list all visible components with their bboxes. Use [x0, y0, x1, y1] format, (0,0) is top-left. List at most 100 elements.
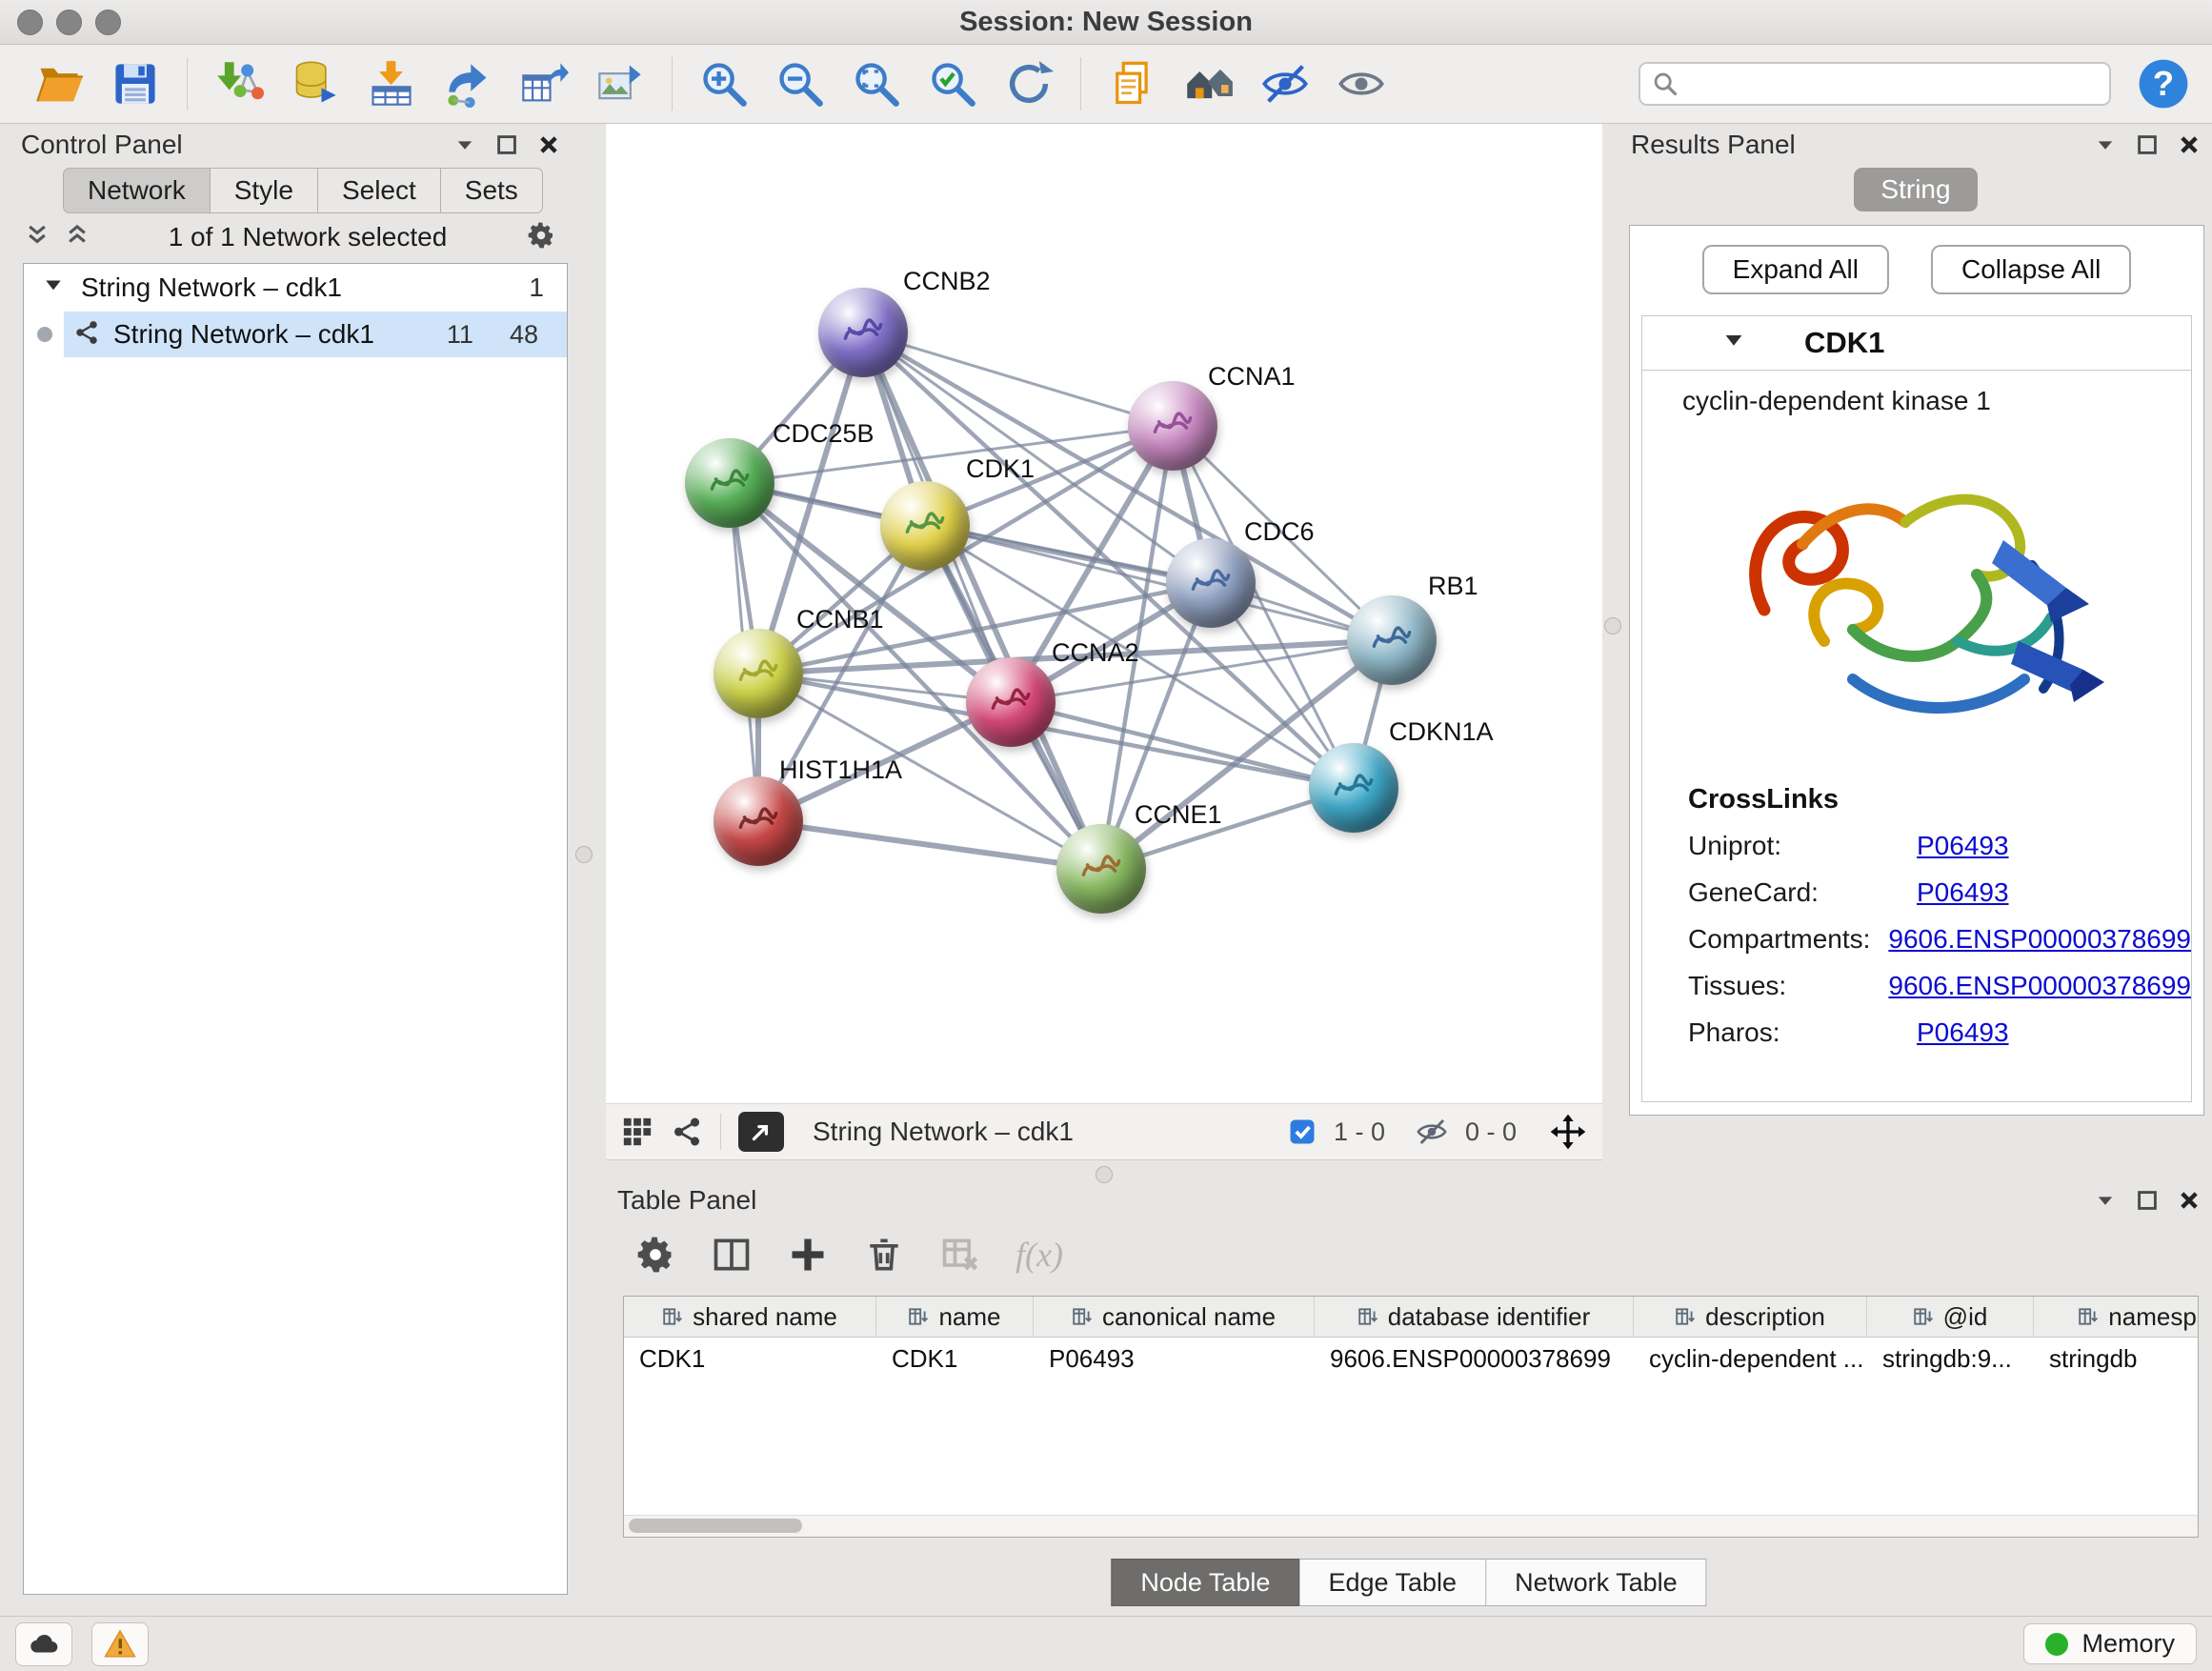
copy-document-icon[interactable] — [1101, 52, 1164, 115]
export-image-icon[interactable] — [589, 52, 652, 115]
column-header-name[interactable]: name — [876, 1297, 1034, 1337]
network-current-dot — [37, 327, 52, 342]
node-CDK1[interactable] — [880, 481, 970, 571]
panel-collapse-icon[interactable] — [2094, 1189, 2117, 1212]
node-table-header: shared name name canonical name database… — [624, 1297, 2199, 1338]
add-column-icon[interactable] — [787, 1234, 829, 1276]
panel-close-icon[interactable] — [2178, 1189, 2201, 1212]
tab-select[interactable]: Select — [318, 168, 441, 213]
edge-CCNB2-CCNA1[interactable] — [863, 332, 1173, 426]
network-overview-icon[interactable] — [671, 1116, 703, 1148]
panel-collapse-icon[interactable] — [2094, 133, 2117, 156]
crosslink-row-pharos: Pharos: P06493 — [1688, 1017, 2191, 1048]
column-header-shared-name[interactable]: shared name — [624, 1297, 876, 1337]
node-CCNE1[interactable] — [1056, 824, 1146, 914]
crosslink-link[interactable]: P06493 — [1917, 877, 2009, 908]
window-minimize-button[interactable] — [56, 10, 82, 35]
tab-edge-table[interactable]: Edge Table — [1299, 1559, 1486, 1606]
panel-float-icon[interactable] — [495, 133, 518, 156]
expand-all-button[interactable]: Expand All — [1702, 245, 1889, 294]
hide-unhide-icon[interactable] — [1254, 52, 1317, 115]
collapse-all-button[interactable]: Collapse All — [1931, 245, 2131, 294]
detach-view-icon[interactable] — [738, 1112, 784, 1152]
pan-crosshair-icon[interactable] — [1549, 1113, 1587, 1151]
crosslink-link[interactable]: P06493 — [1917, 1017, 2009, 1048]
memory-status-dot — [2045, 1633, 2068, 1656]
tab-string[interactable]: String — [1854, 168, 1977, 211]
network-collection-row[interactable]: String Network – cdk1 1 — [24, 264, 567, 312]
column-header-namespace[interactable]: namespace — [2034, 1297, 2199, 1337]
save-session-icon[interactable] — [104, 52, 167, 115]
tree-expander-icon[interactable] — [43, 275, 64, 301]
table-row[interactable]: CDK1 CDK1 P06493 9606.ENSP00000378699 cy… — [624, 1338, 2199, 1379]
node-CCNA2[interactable] — [966, 657, 1056, 747]
tab-node-table[interactable]: Node Table — [1111, 1559, 1299, 1606]
hidden-eye-icon[interactable] — [1416, 1116, 1448, 1148]
delete-column-icon[interactable] — [863, 1234, 905, 1276]
crosslink-link[interactable]: 9606.ENSP00000378699 — [1888, 971, 2191, 1001]
open-session-icon[interactable] — [28, 52, 90, 115]
tab-style[interactable]: Style — [211, 168, 318, 213]
delete-table-icon[interactable] — [939, 1234, 981, 1276]
zoom-in-icon[interactable] — [693, 52, 755, 115]
import-table-icon[interactable] — [360, 52, 423, 115]
column-header-id[interactable]: @id — [1867, 1297, 2034, 1337]
crosslink-link[interactable]: 9606.ENSP00000378699 — [1888, 924, 2191, 955]
import-network-database-icon[interactable] — [284, 52, 347, 115]
edge-CCNB2-CCNE1[interactable] — [863, 332, 1101, 869]
window-close-button[interactable] — [17, 10, 43, 35]
export-network-icon[interactable] — [436, 52, 499, 115]
refresh-layout-icon[interactable] — [997, 52, 1060, 115]
collapse-all-networks-icon[interactable] — [65, 223, 90, 252]
panel-collapse-icon[interactable] — [453, 133, 476, 156]
cloud-status-button[interactable] — [15, 1622, 72, 1666]
home-networks-icon[interactable] — [1177, 52, 1240, 115]
crosslink-link[interactable]: P06493 — [1917, 831, 2009, 861]
node-CDC6[interactable] — [1166, 538, 1256, 628]
network-canvas[interactable]: CCNB2CCNA1CDC25BCDK1CDC6RB1CCNB1CCNA2CDK… — [606, 124, 1602, 1103]
selected-checkbox-icon[interactable] — [1288, 1117, 1317, 1146]
birds-eye-view-icon[interactable] — [621, 1116, 654, 1148]
tab-network[interactable]: Network — [63, 168, 211, 213]
node-RB1[interactable] — [1347, 595, 1437, 685]
zoom-out-icon[interactable] — [769, 52, 832, 115]
results-panel: Results Panel String Expand All Collapse… — [1619, 124, 2212, 1172]
node-HIST1H1A[interactable] — [714, 776, 803, 866]
node-CDKN1A[interactable] — [1309, 743, 1398, 833]
protein-collapse-icon[interactable] — [1722, 330, 1745, 357]
panel-close-icon[interactable] — [537, 133, 560, 156]
node-CCNB2[interactable] — [818, 288, 908, 377]
memory-button[interactable]: Memory — [2023, 1623, 2197, 1664]
show-columns-icon[interactable] — [711, 1234, 753, 1276]
help-icon[interactable]: ? — [2136, 56, 2191, 111]
right-splitter-handle[interactable] — [1604, 617, 1621, 634]
function-builder-icon[interactable]: f(x) — [1016, 1235, 1063, 1275]
tab-network-table[interactable]: Network Table — [1486, 1559, 1707, 1606]
search-input[interactable] — [1688, 69, 2098, 100]
network-options-gear-icon[interactable] — [526, 220, 556, 255]
tab-sets[interactable]: Sets — [441, 168, 543, 213]
warning-status-button[interactable] — [91, 1622, 149, 1666]
column-header-description[interactable]: description — [1634, 1297, 1867, 1337]
table-settings-gear-icon[interactable] — [634, 1234, 676, 1276]
network-row-selected[interactable]: String Network – cdk1 11 48 — [24, 312, 567, 357]
column-header-database-identifier[interactable]: database identifier — [1315, 1297, 1634, 1337]
horizontal-splitter-handle[interactable] — [1096, 1166, 1113, 1183]
import-network-file-icon[interactable] — [208, 52, 271, 115]
node-CCNB1[interactable] — [714, 629, 803, 718]
left-splitter-handle[interactable] — [575, 846, 593, 863]
node-CCNA1[interactable] — [1128, 381, 1217, 471]
window-zoom-button[interactable] — [95, 10, 121, 35]
expand-all-networks-icon[interactable] — [25, 223, 50, 252]
edge-HIST1H1A-CCNE1[interactable] — [758, 821, 1101, 869]
export-table-icon[interactable] — [513, 52, 575, 115]
panel-float-icon[interactable] — [2136, 133, 2159, 156]
graphics-details-eye-icon[interactable] — [1330, 52, 1393, 115]
zoom-selected-icon[interactable] — [921, 52, 984, 115]
node-CDC25B[interactable] — [685, 438, 774, 528]
panel-close-icon[interactable] — [2178, 133, 2201, 156]
column-header-canonical-name[interactable]: canonical name — [1034, 1297, 1315, 1337]
zoom-fit-icon[interactable] — [845, 52, 908, 115]
horizontal-scrollbar-thumb[interactable] — [629, 1519, 802, 1533]
panel-float-icon[interactable] — [2136, 1189, 2159, 1212]
